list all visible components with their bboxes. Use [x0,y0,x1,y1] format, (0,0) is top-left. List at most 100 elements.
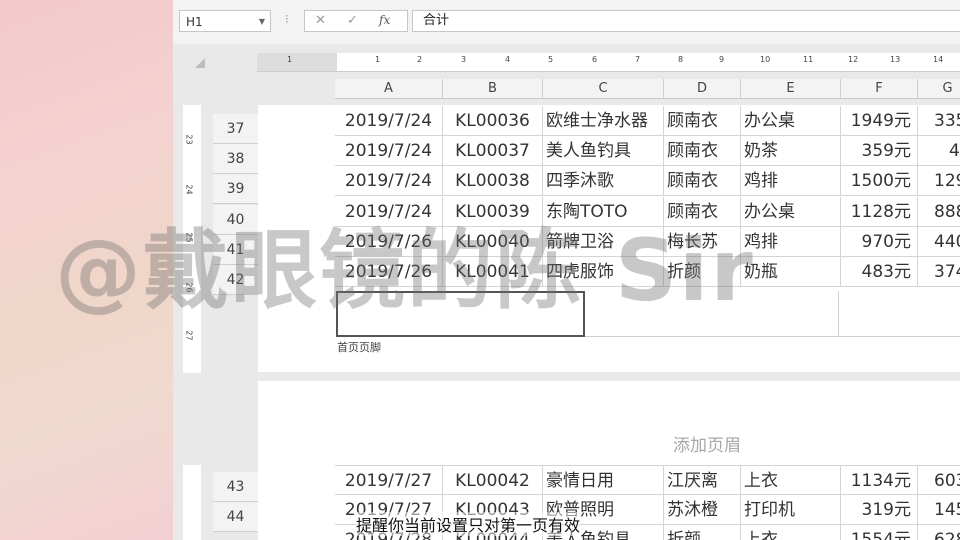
cell-amount[interactable]: 1554元 [841,525,918,540]
cell-product[interactable]: 四虎服饰 [543,257,664,287]
page-1: 2019/7/24 KL00036 欧维士净水器 顾南衣 办公桌 1949元 3… [258,105,960,372]
enter-icon[interactable]: ✓ [347,13,358,28]
cell-product[interactable]: 豪情日用 [543,465,664,495]
cell-id[interactable]: KL00042 [443,465,543,495]
cell-date[interactable]: 2019/7/27 [335,465,443,495]
cell-name[interactable]: 顾南衣 [664,197,741,227]
footer-right-section[interactable] [839,291,960,337]
cell-name[interactable]: 苏沐橙 [664,495,741,525]
footer-center-section[interactable] [585,291,839,337]
background-left [0,0,173,540]
name-box[interactable]: H1 ▼ [179,10,271,32]
name-box-value: H1 [186,15,203,29]
cell-date[interactable]: 2019/7/24 [335,166,443,196]
footer-left-section[interactable] [336,291,585,337]
cell-id[interactable]: KL00040 [443,227,543,257]
cell-product[interactable]: 美人鱼钓具 [543,136,664,166]
cell-name[interactable]: 顾南衣 [664,166,741,196]
row-header[interactable]: 42 [213,265,258,295]
cell-amount[interactable]: 970元 [841,227,918,257]
ruler-number: 11 [803,55,814,64]
cell-g[interactable]: 603 [918,465,960,495]
row-header[interactable]: 40 [213,205,258,235]
cell-amount[interactable]: 483元 [841,257,918,287]
cell-g[interactable]: 335 [918,106,960,136]
cell-item[interactable]: 奶瓶 [741,257,841,287]
chevron-down-icon[interactable]: ▼ [259,11,265,33]
cell-product[interactable]: 四季沐歌 [543,166,664,196]
row-header[interactable]: 37 [213,114,258,144]
cell-id[interactable]: KL00037 [443,136,543,166]
cell-name[interactable]: 江厌离 [664,465,741,495]
column-header-c[interactable]: C [543,79,664,98]
formula-buttons: ✕ ✓ fx [304,10,408,32]
cell-item[interactable]: 鸡排 [741,227,841,257]
cell-amount[interactable]: 1949元 [841,106,918,136]
video-subtitle: 提醒你当前设置只对第一页有效 [356,512,581,536]
cell-item[interactable]: 打印机 [741,495,841,525]
cell-g[interactable]: 145 [918,495,960,525]
cell-date[interactable]: 2019/7/24 [335,106,443,136]
ruler-number: 24 [184,184,194,195]
cell-g[interactable]: 888 [918,197,960,227]
ruler-number: 10 [760,55,771,64]
cell-item[interactable]: 奶茶 [741,136,841,166]
cell-id[interactable]: KL00041 [443,257,543,287]
cell-item[interactable]: 上衣 [741,525,841,540]
cell-date[interactable]: 2019/7/26 [335,257,443,287]
add-header-placeholder[interactable]: 添加页眉 [673,431,741,456]
cell-name[interactable]: 折颜 [664,525,741,540]
cancel-icon[interactable]: ✕ [315,13,326,28]
cell-amount[interactable]: 1128元 [841,197,918,227]
column-header-e[interactable]: E [741,79,841,98]
ruler-number: 4 [505,55,511,64]
column-header-d[interactable]: D [664,79,741,98]
ruler-number: 13 [890,55,901,64]
cell-product[interactable]: 东陶TOTO [543,197,664,227]
cell-name[interactable]: 梅长苏 [664,227,741,257]
ruler-number: 26 [184,282,194,293]
column-header-b[interactable]: B [443,79,543,98]
cell-amount[interactable]: 359元 [841,136,918,166]
cell-date[interactable]: 2019/7/24 [335,197,443,227]
cell-amount[interactable]: 319元 [841,495,918,525]
first-page-footer-label: 首页页脚 [337,341,381,354]
cell-item[interactable]: 办公桌 [741,106,841,136]
ruler-number: 14 [933,55,944,64]
more-icon[interactable]: ⁝ [285,12,289,26]
cell-item[interactable]: 上衣 [741,465,841,495]
cell-amount[interactable]: 1134元 [841,465,918,495]
cell-name[interactable]: 顾南衣 [664,106,741,136]
row-header[interactable]: 43 [213,472,258,502]
row-header[interactable]: 41 [213,235,258,265]
vertical-ruler-page2 [183,465,201,540]
cell-id[interactable]: KL00038 [443,166,543,196]
cell-id[interactable]: KL00039 [443,197,543,227]
cell-name[interactable]: 顾南衣 [664,136,741,166]
ruler-number: 27 [184,330,194,341]
cell-product[interactable]: 欧维士净水器 [543,106,664,136]
select-all-corner[interactable] [195,58,205,68]
column-header-g[interactable]: G [918,79,960,98]
row-header[interactable]: 39 [213,174,258,204]
cell-g[interactable]: 374 [918,257,960,287]
column-header-a[interactable]: A [335,79,443,98]
cell-g[interactable]: 44 [918,136,960,166]
cell-product[interactable]: 箭牌卫浴 [543,227,664,257]
cell-g[interactable]: 440 [918,227,960,257]
row-header[interactable]: 38 [213,144,258,174]
cell-g[interactable]: 129 [918,166,960,196]
cell-name[interactable]: 折颜 [664,257,741,287]
cell-date[interactable]: 2019/7/26 [335,227,443,257]
cell-date[interactable]: 2019/7/24 [335,136,443,166]
column-header-f[interactable]: F [841,79,918,98]
cell-amount[interactable]: 1500元 [841,166,918,196]
cell-g[interactable]: 628 [918,525,960,540]
horizontal-ruler: 1 1 2 3 4 5 6 7 8 9 10 11 12 13 14 [257,53,960,72]
insert-function-icon[interactable]: fx [379,13,390,27]
cell-id[interactable]: KL00036 [443,106,543,136]
cell-item[interactable]: 鸡排 [741,166,841,196]
formula-input[interactable]: 合计 [412,10,960,32]
cell-item[interactable]: 办公桌 [741,197,841,227]
row-header[interactable]: 44 [213,502,258,532]
